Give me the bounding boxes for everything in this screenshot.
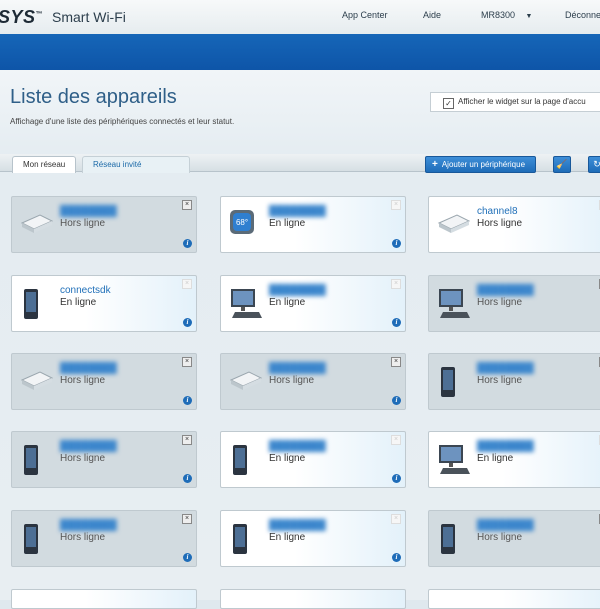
main-content: Liste des appareils Affichage d'une list…: [0, 70, 600, 609]
widget-toggle[interactable]: ✓ Afficher le widget sur la page d'accu: [430, 92, 600, 112]
header-band: [0, 34, 600, 70]
close-icon[interactable]: ×: [391, 200, 401, 210]
device-status: Hors ligne: [477, 297, 523, 308]
device-card[interactable]: ████████Hors ligne×i: [428, 510, 600, 567]
device-status: En ligne: [269, 532, 306, 543]
nav-logout[interactable]: Déconne: [565, 10, 600, 20]
close-icon[interactable]: ×: [182, 357, 192, 367]
info-icon[interactable]: i: [183, 553, 192, 562]
thermostat-reading: 68°: [236, 218, 248, 227]
device-status: En ligne: [60, 297, 97, 308]
device-name[interactable]: ████████: [60, 363, 117, 374]
device-name[interactable]: ████████: [60, 520, 117, 531]
device-card[interactable]: ████████Hors ligne×i: [428, 275, 600, 332]
device-name[interactable]: ████████: [477, 285, 534, 296]
device-name[interactable]: channel8: [477, 206, 518, 217]
info-icon[interactable]: i: [183, 239, 192, 248]
device-card[interactable]: ████████En ligne×i: [428, 431, 600, 488]
info-icon[interactable]: i: [392, 553, 401, 562]
chevron-down-icon: ▼: [525, 13, 533, 20]
device-status: Hors ligne: [477, 218, 523, 229]
device-status: Hors ligne: [269, 375, 315, 386]
device-card[interactable]: [11, 589, 197, 609]
device-card[interactable]: ████████En ligne × i: [220, 510, 406, 567]
device-card[interactable]: 68° ████████ En ligne × i: [220, 196, 406, 253]
device-name[interactable]: ████████: [477, 441, 534, 452]
tab-my-network[interactable]: Mon réseau: [12, 156, 77, 173]
info-icon[interactable]: i: [183, 474, 192, 483]
device-name[interactable]: ████████: [477, 363, 534, 374]
close-icon[interactable]: ×: [391, 514, 401, 524]
device-status: Hors ligne: [60, 532, 106, 543]
page-title: Liste des appareils: [10, 86, 177, 108]
product-name: Smart Wi-Fi: [52, 9, 126, 25]
linksys-logo: SYS™: [0, 7, 44, 27]
info-icon[interactable]: i: [183, 396, 192, 405]
device-card[interactable]: ████████En ligne × i: [220, 275, 406, 332]
plus-icon: +: [432, 159, 438, 170]
device-card[interactable]: connectsdk En ligne × i: [11, 275, 197, 332]
broom-icon[interactable]: 🧹: [553, 156, 571, 173]
top-bar: SYS™ Smart Wi-Fi App Center Aide MR8300 …: [0, 0, 600, 35]
nav-help[interactable]: Aide: [423, 10, 441, 20]
router-model: MR8300: [481, 10, 516, 20]
close-icon[interactable]: ×: [391, 357, 401, 367]
device-card[interactable]: ████████Hors ligne × i: [220, 353, 406, 410]
close-icon[interactable]: ×: [391, 435, 401, 445]
device-card[interactable]: [220, 589, 406, 609]
device-name[interactable]: ████████: [269, 285, 326, 296]
device-card[interactable]: channel8Hors ligne×i: [428, 196, 600, 253]
device-status: Hors ligne: [477, 375, 523, 386]
device-card[interactable]: ████████En ligne × i: [220, 431, 406, 488]
close-icon[interactable]: ×: [391, 279, 401, 289]
close-icon[interactable]: ×: [182, 514, 192, 524]
device-card[interactable]: ████████Hors ligne × i: [11, 431, 197, 488]
info-icon[interactable]: i: [392, 474, 401, 483]
device-card[interactable]: [428, 589, 600, 609]
info-icon[interactable]: i: [392, 239, 401, 248]
close-icon[interactable]: ×: [182, 279, 192, 289]
info-icon[interactable]: i: [392, 396, 401, 405]
add-device-label: Ajouter un périphérique: [441, 160, 526, 169]
page-subtitle: Affichage d'une liste des périphériques …: [10, 117, 235, 126]
info-icon[interactable]: i: [183, 318, 192, 327]
device-card[interactable]: ████████Hors ligne × i: [11, 510, 197, 567]
nav-app-center[interactable]: App Center: [342, 10, 388, 20]
device-status: Hors ligne: [60, 375, 106, 386]
device-name[interactable]: ████████: [269, 520, 326, 531]
device-card[interactable]: ████████Hors ligne × i: [11, 353, 197, 410]
device-name[interactable]: ████████: [60, 206, 117, 217]
device-name[interactable]: ████████: [269, 206, 326, 217]
close-icon[interactable]: ×: [182, 435, 192, 445]
device-card[interactable]: ████████Hors ligne×i: [428, 353, 600, 410]
device-name[interactable]: connectsdk: [60, 285, 111, 296]
nav-router-menu[interactable]: MR8300 ▼: [481, 10, 532, 20]
widget-label: Afficher le widget sur la page d'accu: [458, 97, 586, 106]
device-status: En ligne: [269, 453, 306, 464]
device-status: En ligne: [269, 297, 306, 308]
device-status: Hors ligne: [477, 532, 523, 543]
refresh-icon[interactable]: ↻: [588, 156, 600, 173]
close-icon[interactable]: ×: [182, 200, 192, 210]
device-card[interactable]: ████████Hors ligne × i: [11, 196, 197, 253]
device-name[interactable]: ████████: [60, 441, 117, 452]
device-status: Hors ligne: [60, 453, 106, 464]
add-device-button[interactable]: + Ajouter un périphérique: [425, 156, 536, 173]
device-name[interactable]: ████████: [477, 520, 534, 531]
device-status: En ligne: [477, 453, 514, 464]
info-icon[interactable]: i: [392, 318, 401, 327]
device-status: Hors ligne: [60, 218, 106, 229]
device-name[interactable]: ████████: [269, 363, 326, 374]
device-status: En ligne: [269, 218, 306, 229]
device-name[interactable]: ████████: [269, 441, 326, 452]
widget-checkbox[interactable]: ✓: [443, 98, 454, 109]
tab-guest-network[interactable]: Réseau invité: [82, 156, 190, 173]
